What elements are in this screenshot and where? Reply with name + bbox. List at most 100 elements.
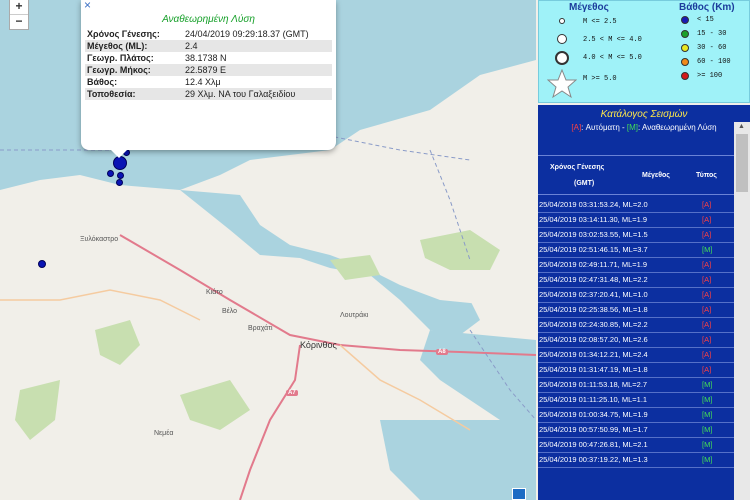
scrollbar-thumb[interactable] [736, 134, 748, 192]
catalog-row[interactable]: 25/04/2019 00:47:26.81, ML=2.1 [M] [538, 438, 734, 453]
catalog-row-time: 25/04/2019 01:11:25.10, ML=1.1 [539, 395, 648, 404]
catalog-row-time: 25/04/2019 01:34:12.21, ML=2.4 [539, 350, 648, 359]
depth-label: 15 - 30 [697, 30, 727, 38]
catalog-row-time: 25/04/2019 03:31:53.24, ML=2.0 [539, 200, 648, 209]
catalog-row[interactable]: 25/04/2019 01:00:34.75, ML=1.9 [M] [538, 408, 734, 423]
scroll-up-icon[interactable]: ▲ [738, 123, 745, 130]
zoom-control: + − [9, 0, 29, 30]
magnitude-label: M <= 2.5 [583, 18, 617, 26]
catalog-key: [A]: Αυτόματη - [M]: Αναθεωρημένη Λύση [571, 123, 717, 132]
earthquake-marker[interactable] [113, 156, 127, 170]
depth-label: >= 100 [697, 72, 723, 80]
catalog-row-type: [M] [702, 380, 713, 389]
catalog-row-type: [A] [702, 260, 712, 269]
catalog-row[interactable]: 25/04/2019 02:24:30.85, ML=2.2 [A] [538, 318, 734, 333]
catalog-row[interactable]: 25/04/2019 00:57:50.99, ML=1.7 [M] [538, 423, 734, 438]
town-label: Βέλο [222, 308, 238, 315]
catalog-row-time: 25/04/2019 02:08:57.20, ML=2.6 [539, 335, 648, 344]
catalog-row-type: [M] [702, 395, 713, 404]
earthquake-marker[interactable] [107, 170, 114, 177]
catalog-row[interactable]: 25/04/2019 02:49:11.71, ML=1.9 [A] [538, 258, 734, 273]
layers-button[interactable] [512, 488, 526, 500]
magnitude-symbol [559, 18, 565, 24]
catalog-row[interactable]: 25/04/2019 02:47:31.48, ML=2.2 [A] [538, 273, 734, 288]
catalog-row-type: [M] [702, 425, 713, 434]
magnitude-legend-title: Μέγεθος [569, 2, 609, 13]
depth-color-dot [681, 30, 689, 38]
depth-label: 30 - 60 [697, 44, 727, 52]
earthquake-marker[interactable] [117, 172, 124, 179]
catalog-row-type: [A] [702, 230, 712, 239]
catalog-row-time: 25/04/2019 02:25:38.56, ML=1.8 [539, 305, 648, 314]
depth-color-dot [681, 16, 689, 24]
catalog-row-time: 25/04/2019 03:14:11.30, ML=1.9 [539, 215, 648, 224]
catalog-header: Χρόνος Γένεσης (GMT) Μέγεθος Τύπος [538, 155, 734, 195]
zoom-in-button[interactable]: + [10, 0, 28, 15]
popup-row: Γεωγρ. Πλάτος: 38.1738 N [87, 53, 227, 63]
depth-legend-title: Βάθος (Km) [679, 2, 735, 13]
catalog-row-type: [A] [702, 200, 712, 209]
side-panel: Μέγεθος Βάθος (Km) M <= 2.5 2.5 < M <= 4… [536, 0, 750, 500]
popup-row: Μέγεθος (ML): 2.4 [85, 40, 332, 52]
catalog-row-time: 25/04/2019 02:51:46.15, ML=3.7 [539, 245, 648, 254]
catalog-title: Κατάλογος Σεισμών [600, 109, 688, 120]
catalog-row[interactable]: 25/04/2019 01:11:25.10, ML=1.1 [M] [538, 393, 734, 408]
catalog-row[interactable]: 25/04/2019 01:31:47.19, ML=1.8 [A] [538, 363, 734, 378]
popup-row: Βάθος: 12.4 Χλμ [87, 77, 221, 87]
popup-details: Χρόνος Γένεσης: 24/04/2019 09:29:18.37 (G… [85, 28, 332, 100]
catalog-row-time: 25/04/2019 01:31:47.19, ML=1.8 [539, 365, 648, 374]
magnitude-label: 2.5 < M <= 4.0 [583, 36, 642, 44]
catalog-row[interactable]: 25/04/2019 03:14:11.30, ML=1.9 [A] [538, 213, 734, 228]
catalog-row[interactable]: 25/04/2019 03:31:53.24, ML=2.0 [A] [538, 198, 734, 213]
popup-row: Τοποθεσία: 29 Χλμ. ΝΑ του Γαλαξειδίου [85, 88, 332, 100]
close-icon[interactable]: × [84, 0, 91, 12]
town-label: Νεμέα [154, 430, 174, 437]
zoom-out-button[interactable]: − [10, 15, 28, 30]
star-icon [547, 69, 577, 99]
town-label: Κόρινθος [300, 340, 337, 350]
catalog-row[interactable]: 25/04/2019 01:34:12.21, ML=2.4 [A] [538, 348, 734, 363]
catalog-row[interactable]: 25/04/2019 02:25:38.56, ML=1.8 [A] [538, 303, 734, 318]
catalog-row-time: 25/04/2019 01:00:34.75, ML=1.9 [539, 410, 648, 419]
popup-tip [111, 150, 127, 158]
magnitude-label: 4.0 < M <= 5.0 [583, 54, 642, 62]
town-label: Λουτράκι [340, 312, 369, 319]
depth-label: 60 - 100 [697, 58, 731, 66]
catalog-row-type: [A] [702, 335, 712, 344]
depth-color-dot [681, 72, 689, 80]
catalog-row-type: [A] [702, 320, 712, 329]
catalog-row-time: 25/04/2019 02:47:31.48, ML=2.2 [539, 275, 648, 284]
catalog-row-time: 25/04/2019 02:24:30.85, ML=2.2 [539, 320, 648, 329]
road-badge: A8 [436, 349, 448, 355]
catalog-row[interactable]: 25/04/2019 03:02:53.55, ML=1.5 [A] [538, 228, 734, 243]
catalog-row-time: 25/04/2019 03:02:53.55, ML=1.5 [539, 230, 648, 239]
catalog-row-type: [A] [702, 290, 712, 299]
earthquake-marker[interactable] [116, 179, 123, 186]
catalog-row[interactable]: 25/04/2019 02:37:20.41, ML=1.0 [A] [538, 288, 734, 303]
catalog-row[interactable]: 25/04/2019 00:37:19.22, ML=1.3 [M] [538, 453, 734, 468]
depth-color-dot [681, 44, 689, 52]
town-label: Κιάτο [206, 289, 223, 296]
catalog-row-type: [A] [702, 305, 712, 314]
catalog-row-time: 25/04/2019 01:11:53.18, ML=2.7 [539, 380, 648, 389]
popup-title: Αναθεωρημένη Λύση [162, 14, 255, 25]
col-time-unit: (GMT) [574, 180, 595, 187]
catalog-row-time: 25/04/2019 00:37:19.22, ML=1.3 [539, 455, 648, 464]
legend: Μέγεθος Βάθος (Km) M <= 2.5 2.5 < M <= 4… [538, 0, 750, 103]
catalog-row[interactable]: 25/04/2019 01:11:53.18, ML=2.7 [M] [538, 378, 734, 393]
catalog-row-time: 25/04/2019 02:49:11.71, ML=1.9 [539, 260, 648, 269]
catalog-row-type: [M] [702, 245, 713, 254]
earthquake-marker[interactable] [38, 260, 46, 268]
catalog-row-type: [M] [702, 455, 713, 464]
catalog-scrollbar[interactable]: ▲ [734, 122, 750, 500]
catalog-row-time: 25/04/2019 00:57:50.99, ML=1.7 [539, 425, 648, 434]
magnitude-label: M >= 5.0 [583, 75, 617, 83]
road-badge: A7 [286, 390, 298, 396]
magnitude-symbol [555, 51, 569, 65]
catalog-row-type: [M] [702, 410, 713, 419]
catalog-row[interactable]: 25/04/2019 02:51:46.15, ML=3.7 [M] [538, 243, 734, 258]
catalog-row-type: [A] [702, 350, 712, 359]
catalog-row-type: [A] [702, 365, 712, 374]
catalog-rows: 25/04/2019 03:31:53.24, ML=2.0 [A] 25/04/2… [538, 198, 734, 468]
catalog-row[interactable]: 25/04/2019 02:08:57.20, ML=2.6 [A] [538, 333, 734, 348]
